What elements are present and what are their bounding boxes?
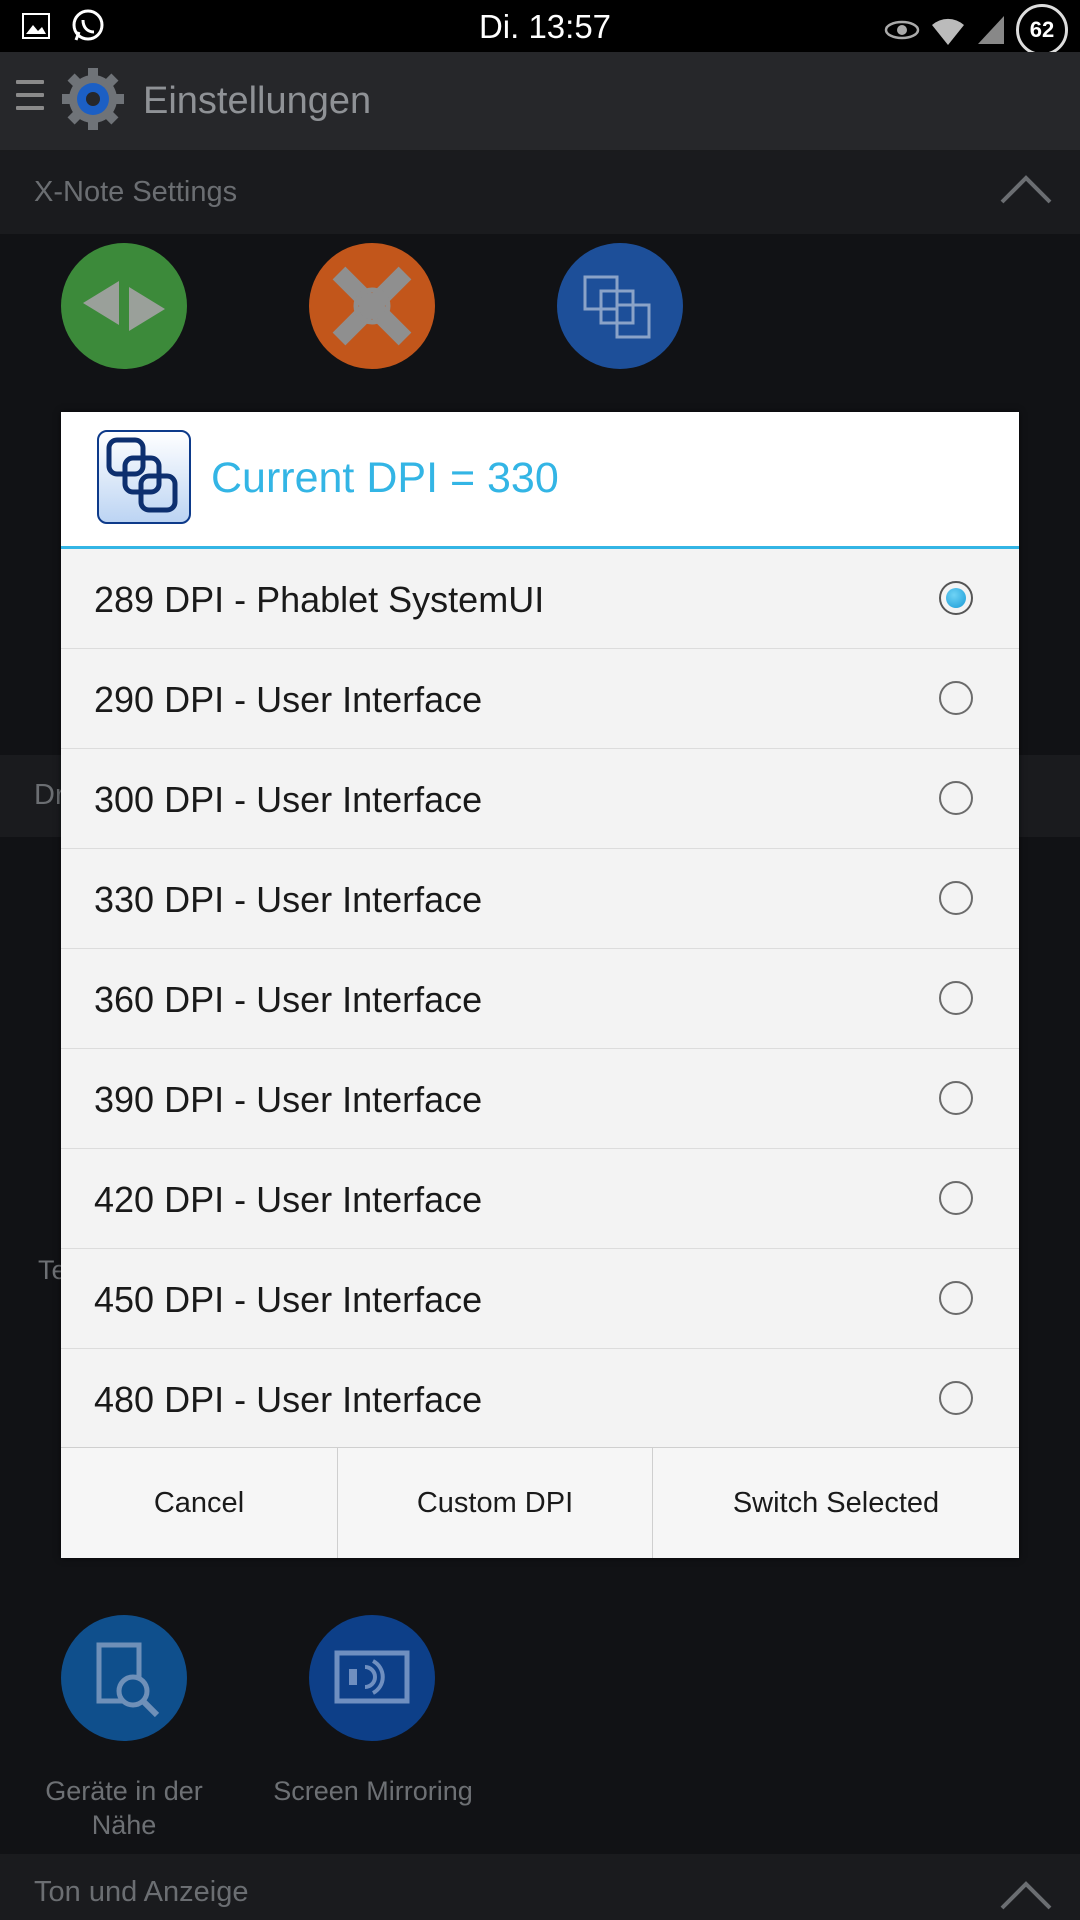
screen-mirroring-icon bbox=[334, 1650, 410, 1704]
dpi-option[interactable]: 300 DPI - User Interface bbox=[61, 749, 1019, 849]
chevron-up-icon bbox=[1000, 1881, 1052, 1910]
battery-indicator: 62 bbox=[1016, 4, 1068, 56]
wifi-icon bbox=[932, 18, 964, 45]
device-search-icon bbox=[96, 1642, 160, 1718]
option-label: 330 DPI - User Interface bbox=[94, 879, 483, 920]
radio-button[interactable] bbox=[939, 1281, 973, 1315]
section-header-xnote[interactable]: X-Note Settings bbox=[0, 152, 1080, 234]
dpi-options-list: 289 DPI - Phablet SystemUI 290 DPI - Use… bbox=[61, 549, 1019, 1448]
radio-button[interactable] bbox=[939, 981, 973, 1015]
option-label: 390 DPI - User Interface bbox=[94, 1079, 483, 1120]
option-label: 450 DPI - User Interface bbox=[94, 1279, 483, 1320]
section-header-sound[interactable]: Ton und Anzeige bbox=[0, 1854, 1080, 1920]
screen-mirroring-shortcut[interactable] bbox=[309, 1615, 435, 1741]
menu-icon[interactable] bbox=[16, 80, 44, 119]
option-label: 480 DPI - User Interface bbox=[94, 1379, 483, 1420]
radio-button[interactable] bbox=[939, 781, 973, 815]
nearby-devices-shortcut[interactable] bbox=[61, 1615, 187, 1741]
arrows-icon bbox=[83, 281, 165, 331]
dpi-option[interactable]: 290 DPI - User Interface bbox=[61, 649, 1019, 749]
dpi-option[interactable]: 360 DPI - User Interface bbox=[61, 949, 1019, 1049]
dpi-option[interactable]: 390 DPI - User Interface bbox=[61, 1049, 1019, 1149]
switch-selected-button[interactable]: Switch Selected bbox=[653, 1448, 1019, 1558]
target-x-icon bbox=[332, 266, 412, 346]
option-label: 360 DPI - User Interface bbox=[94, 979, 483, 1020]
boxes-icon bbox=[106, 437, 178, 513]
option-label: 300 DPI - User Interface bbox=[94, 779, 483, 820]
section-title: X-Note Settings bbox=[34, 176, 238, 208]
radio-button[interactable] bbox=[939, 581, 973, 615]
radio-button[interactable] bbox=[939, 1181, 973, 1215]
dialog-title: Current DPI = 330 bbox=[211, 454, 559, 502]
signal-icon bbox=[978, 16, 1004, 44]
dpi-dialog: Current DPI = 330 289 DPI - Phablet Syst… bbox=[61, 412, 1019, 1558]
screen-mirroring-label: Screen Mirroring bbox=[273, 1776, 473, 1806]
option-label: 420 DPI - User Interface bbox=[94, 1179, 483, 1220]
eye-icon bbox=[884, 20, 920, 40]
app-icon bbox=[97, 430, 191, 524]
chevron-up-icon bbox=[1000, 175, 1052, 204]
dpi-option[interactable]: 450 DPI - User Interface bbox=[61, 1249, 1019, 1349]
nearby-devices-label: Geräte in der Nähe bbox=[45, 1776, 203, 1840]
dpi-option[interactable]: 289 DPI - Phablet SystemUI bbox=[61, 549, 1019, 649]
boxes-icon bbox=[583, 275, 651, 339]
app-title: Einstellungen bbox=[143, 80, 372, 122]
gear-icon bbox=[62, 68, 124, 130]
section-title: Ton und Anzeige bbox=[34, 1876, 249, 1908]
app-shortcut-green[interactable] bbox=[61, 243, 187, 369]
dialog-header: Current DPI = 330 bbox=[61, 412, 1019, 549]
app-shortcut-blue[interactable] bbox=[557, 243, 683, 369]
radio-button[interactable] bbox=[939, 1381, 973, 1415]
status-bar: Di. 13:57 62 bbox=[0, 0, 1080, 56]
radio-button[interactable] bbox=[939, 881, 973, 915]
dpi-option[interactable]: 480 DPI - User Interface bbox=[61, 1349, 1019, 1448]
option-label: 289 DPI - Phablet SystemUI bbox=[94, 579, 545, 620]
app-shortcut-orange[interactable] bbox=[309, 243, 435, 369]
radio-button[interactable] bbox=[939, 1081, 973, 1115]
radio-button[interactable] bbox=[939, 681, 973, 715]
custom-dpi-button[interactable]: Custom DPI bbox=[338, 1448, 653, 1558]
dpi-option[interactable]: 420 DPI - User Interface bbox=[61, 1149, 1019, 1249]
cancel-button[interactable]: Cancel bbox=[61, 1448, 338, 1558]
dpi-option[interactable]: 330 DPI - User Interface bbox=[61, 849, 1019, 949]
dialog-button-row: Cancel Custom DPI Switch Selected bbox=[61, 1447, 1019, 1558]
option-label: 290 DPI - User Interface bbox=[94, 679, 483, 720]
app-bar: Einstellungen bbox=[0, 52, 1080, 152]
